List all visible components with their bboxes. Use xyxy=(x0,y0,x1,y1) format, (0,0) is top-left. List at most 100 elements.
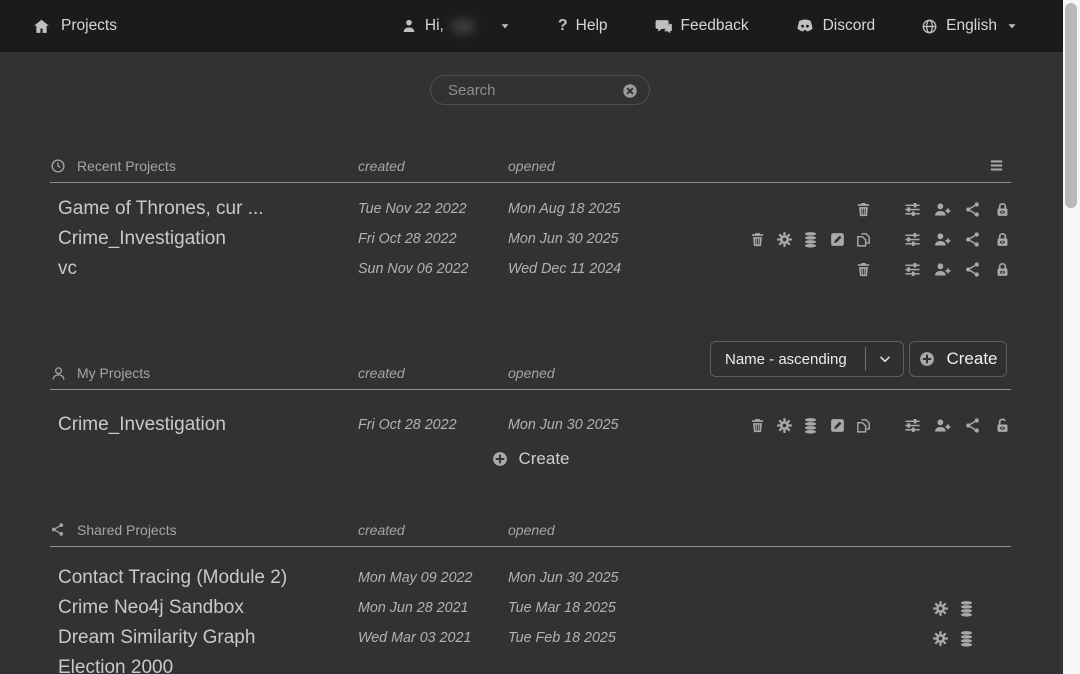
project-created-date: Fri Oct 28 2022 xyxy=(358,417,508,433)
discord-link[interactable]: Discord xyxy=(795,16,876,36)
add-user-icon[interactable] xyxy=(934,417,951,434)
project-name-link[interactable]: vc xyxy=(50,258,358,280)
clock-icon xyxy=(50,158,66,174)
user-name-redacted xyxy=(452,20,474,33)
sliders-icon[interactable] xyxy=(904,261,921,278)
user-icon xyxy=(401,18,417,34)
top-navigation-bar: Projects Hi, ? Help Feedback Discord Eng… xyxy=(0,0,1063,52)
created-column-header: created xyxy=(358,522,508,544)
trash-icon[interactable] xyxy=(749,231,766,248)
share-icon[interactable] xyxy=(964,201,981,218)
shared-projects-list: Contact Tracing (Module 2) Mon May 09 20… xyxy=(50,563,1011,674)
create-project-inline-button[interactable]: Create xyxy=(50,445,1011,473)
project-created-date: Mon Jun 28 2021 xyxy=(358,600,508,616)
project-row: Game of Thrones, cur ... Tue Nov 22 2022… xyxy=(50,194,1011,224)
user-menu[interactable]: Hi, xyxy=(401,17,512,35)
project-name-link[interactable]: Crime_Investigation xyxy=(50,228,358,250)
database-icon[interactable] xyxy=(802,231,819,248)
duplicate-icon[interactable] xyxy=(855,417,872,434)
create-inline-label: Create xyxy=(518,449,569,469)
share-icon[interactable] xyxy=(964,417,981,434)
project-name-link[interactable]: Dream Similarity Graph xyxy=(50,627,358,649)
share-icon[interactable] xyxy=(964,261,981,278)
trash-icon[interactable] xyxy=(855,201,872,218)
project-opened-date: Tue Mar 18 2025 xyxy=(508,600,738,616)
sliders-icon[interactable] xyxy=(904,231,921,248)
help-link[interactable]: ? Help xyxy=(558,17,608,35)
menu-icon[interactable] xyxy=(988,157,1005,174)
trash-icon[interactable] xyxy=(749,417,766,434)
user-outline-icon xyxy=(50,365,66,381)
project-opened-date: Mon Jun 30 2025 xyxy=(508,417,738,433)
project-created-date: Wed Mar 03 2021 xyxy=(358,630,508,646)
project-row: Crime_Investigation Fri Oct 28 2022 Mon … xyxy=(50,410,1011,440)
lock-eye-icon[interactable] xyxy=(994,231,1011,248)
question-icon: ? xyxy=(558,17,568,35)
globe-icon xyxy=(921,18,938,35)
lock-eye-icon[interactable] xyxy=(994,201,1011,218)
project-row: Dream Similarity Graph Wed Mar 03 2021 T… xyxy=(50,623,1011,653)
feedback-link[interactable]: Feedback xyxy=(654,17,749,36)
section-title: Recent Projects xyxy=(77,158,176,174)
project-name-link[interactable]: Game of Thrones, cur ... xyxy=(50,198,358,220)
project-created-date: Tue Nov 22 2022 xyxy=(358,201,508,217)
sliders-icon[interactable] xyxy=(904,417,921,434)
project-row: Contact Tracing (Module 2) Mon May 09 20… xyxy=(50,563,1011,593)
project-opened-date: Wed Dec 11 2024 xyxy=(508,261,738,277)
lock-eye-icon[interactable] xyxy=(994,261,1011,278)
plus-circle-icon xyxy=(918,350,936,368)
nav-projects-home[interactable]: Projects xyxy=(33,17,117,35)
shared-projects-header: Shared Projects created opened xyxy=(50,519,1011,547)
edit-icon[interactable] xyxy=(829,231,846,248)
add-user-icon[interactable] xyxy=(934,231,951,248)
feedback-label: Feedback xyxy=(681,17,749,35)
recent-projects-header: Recent Projects created opened xyxy=(50,155,1011,183)
language-menu[interactable]: English xyxy=(921,17,1019,35)
search-input[interactable] xyxy=(431,76,649,104)
help-label: Help xyxy=(576,17,608,35)
opened-column-header: opened xyxy=(508,158,738,180)
gear-icon[interactable] xyxy=(776,231,793,248)
gear-icon[interactable] xyxy=(932,630,949,647)
gear-icon[interactable] xyxy=(776,417,793,434)
project-row: Crime_Investigation Fri Oct 28 2022 Mon … xyxy=(50,224,1011,254)
created-column-header: created xyxy=(358,365,508,389)
trash-icon[interactable] xyxy=(855,261,872,278)
vertical-scrollbar[interactable] xyxy=(1063,0,1080,674)
opened-column-header: opened xyxy=(508,365,738,389)
scrollbar-thumb[interactable] xyxy=(1065,3,1077,208)
create-project-button[interactable]: Create xyxy=(909,341,1007,377)
add-user-icon[interactable] xyxy=(934,261,951,278)
caret-down-icon[interactable] xyxy=(498,19,512,33)
project-name-link[interactable]: Crime_Investigation xyxy=(50,414,358,436)
sort-selected-value: Name - ascending xyxy=(711,351,865,368)
database-icon[interactable] xyxy=(958,600,975,617)
unlock-eye-icon[interactable] xyxy=(994,417,1011,434)
discord-label: Discord xyxy=(823,17,876,35)
my-projects-header: My Projects created opened Name - ascend… xyxy=(50,340,1011,390)
my-projects-list: Crime_Investigation Fri Oct 28 2022 Mon … xyxy=(50,410,1011,440)
project-row: Crime Neo4j Sandbox Mon Jun 28 2021 Tue … xyxy=(50,593,1011,623)
chevron-down-icon xyxy=(865,347,903,371)
database-icon[interactable] xyxy=(802,417,819,434)
edit-icon[interactable] xyxy=(829,417,846,434)
project-name-link[interactable]: Contact Tracing (Module 2) xyxy=(50,567,358,589)
share-icon[interactable] xyxy=(964,231,981,248)
created-column-header: created xyxy=(358,158,508,180)
project-name-link[interactable]: Election 2000 xyxy=(50,657,358,674)
database-icon[interactable] xyxy=(958,630,975,647)
duplicate-icon[interactable] xyxy=(855,231,872,248)
sort-select[interactable]: Name - ascending xyxy=(710,341,904,377)
project-row: Election 2000 xyxy=(50,653,1011,674)
clear-search-icon[interactable] xyxy=(621,82,639,100)
home-icon xyxy=(33,18,50,35)
project-opened-date: Tue Feb 18 2025 xyxy=(508,630,738,646)
project-name-link[interactable]: Crime Neo4j Sandbox xyxy=(50,597,358,619)
sliders-icon[interactable] xyxy=(904,201,921,218)
user-greeting: Hi, xyxy=(425,17,444,35)
plus-circle-icon xyxy=(491,450,509,468)
gear-icon[interactable] xyxy=(932,600,949,617)
feedback-bubble-icon xyxy=(654,17,673,36)
project-created-date: Sun Nov 06 2022 xyxy=(358,261,508,277)
add-user-icon[interactable] xyxy=(934,201,951,218)
